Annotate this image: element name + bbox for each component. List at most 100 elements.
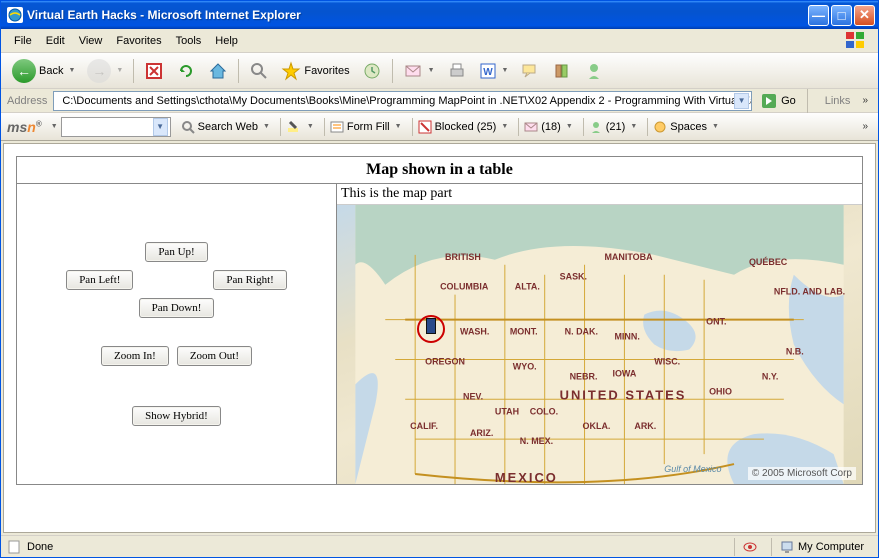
refresh-button[interactable] [171, 58, 201, 84]
msn-logo-dropdown-icon[interactable]: ▼ [49, 123, 58, 130]
stop-button[interactable] [139, 58, 169, 84]
search-web-button[interactable]: Search Web▼ [176, 118, 275, 136]
svg-text:W: W [483, 67, 493, 78]
nav-toolbar: ←Back▼ →▼ Favorites ▼ W▼ [1, 53, 878, 89]
msn-logo[interactable]: msn® [7, 119, 46, 135]
word-icon: W [479, 62, 497, 80]
eye-icon [743, 540, 757, 554]
blocked-icon [418, 120, 432, 134]
svg-text:ARIZ.: ARIZ. [470, 428, 493, 438]
forward-dropdown-icon: ▼ [114, 67, 123, 74]
map-pushpin[interactable] [426, 318, 436, 334]
discuss-button[interactable] [515, 58, 545, 84]
address-input[interactable]: C:\Documents and Settings\cthota\My Docu… [53, 91, 752, 111]
map-viewport[interactable]: BRITISH COLUMBIA ALTA. SASK. MANITOBA ON… [337, 204, 862, 484]
address-dropdown-icon[interactable]: ▼ [734, 93, 749, 109]
privacy-section[interactable] [734, 538, 765, 556]
edit-dropdown-icon[interactable]: ▼ [500, 67, 509, 74]
svg-text:NFLD. AND LAB.: NFLD. AND LAB. [774, 287, 845, 297]
messenger-button[interactable] [579, 58, 609, 84]
svg-text:OKLA.: OKLA. [583, 421, 611, 431]
formfill-button[interactable]: Form Fill▼ [324, 118, 407, 136]
title-bar[interactable]: Virtual Earth Hacks - Microsoft Internet… [1, 1, 878, 29]
links-label[interactable]: Links [815, 95, 855, 107]
svg-text:IOWA: IOWA [612, 368, 636, 378]
search-dropdown-icon[interactable]: ▼ [261, 123, 270, 130]
msn-chevron-icon[interactable]: » [858, 121, 872, 132]
svg-text:CALIF.: CALIF. [410, 421, 438, 431]
svg-text:NEV.: NEV. [463, 391, 483, 401]
zoom-out-button[interactable]: Zoom Out! [177, 346, 252, 366]
pan-up-button[interactable]: Pan Up! [145, 242, 207, 262]
mail-dropdown-icon[interactable]: ▼ [426, 67, 435, 74]
svg-text:Gulf of Mexico: Gulf of Mexico [664, 464, 721, 474]
pan-down-button[interactable]: Pan Down! [139, 298, 215, 318]
address-value: C:\Documents and Settings\cthota\My Docu… [62, 95, 752, 107]
spaces-dropdown-icon[interactable]: ▼ [710, 123, 719, 130]
favorites-button[interactable]: Favorites [276, 58, 354, 84]
close-button[interactable]: ✕ [854, 5, 875, 26]
menu-help[interactable]: Help [208, 33, 245, 49]
svg-text:UNITED STATES: UNITED STATES [560, 387, 687, 402]
zone-section[interactable]: My Computer [771, 538, 872, 556]
msn-search-dropdown-icon[interactable]: ▼ [153, 118, 168, 136]
history-button[interactable] [357, 58, 387, 84]
maximize-button[interactable]: □ [831, 5, 852, 26]
map-label: This is the map part [337, 184, 862, 204]
menu-file[interactable]: File [7, 33, 39, 49]
status-bar: Done My Computer [1, 535, 878, 557]
mail-icon [403, 61, 423, 81]
pan-left-button[interactable]: Pan Left! [66, 270, 133, 290]
home-button[interactable] [203, 58, 233, 84]
buddy-count: (21) [606, 121, 626, 133]
menu-edit[interactable]: Edit [39, 33, 72, 49]
controls-panel: Pan Up! Pan Left! Pan Right! Pan Down! Z… [17, 184, 337, 484]
print-icon [447, 61, 467, 81]
msn-search-input[interactable]: ▼ [61, 117, 171, 137]
map-cell: This is the map part [337, 184, 862, 484]
go-button[interactable]: Go [756, 90, 800, 112]
menu-favorites[interactable]: Favorites [109, 33, 168, 49]
svg-text:UTAH: UTAH [495, 406, 519, 416]
popup-blocked-button[interactable]: Blocked (25)▼ [412, 118, 514, 136]
hotmail-dropdown-icon[interactable]: ▼ [564, 123, 573, 130]
content-area: Map shown in a table Pan Up! Pan Left! P… [3, 143, 876, 533]
spaces-button[interactable]: Spaces▼ [647, 118, 724, 136]
window-title: Virtual Earth Hacks - Microsoft Internet… [27, 8, 806, 22]
print-button[interactable] [442, 58, 472, 84]
search-button[interactable] [244, 58, 274, 84]
address-bar: Address C:\Documents and Settings\cthota… [1, 89, 878, 113]
map-copyright: © 2005 Microsoft Corp [748, 467, 856, 480]
blocked-dropdown-icon[interactable]: ▼ [499, 123, 508, 130]
mail-button[interactable]: ▼ [398, 58, 440, 84]
svg-text:N.B.: N.B. [786, 346, 804, 356]
back-button[interactable]: ←Back▼ [7, 56, 80, 86]
forward-button[interactable]: →▼ [82, 56, 128, 86]
search-icon [249, 61, 269, 81]
pan-right-button[interactable]: Pan Right! [213, 270, 286, 290]
search-icon [181, 120, 195, 134]
discuss-icon [520, 61, 540, 81]
back-dropdown-icon[interactable]: ▼ [66, 67, 75, 74]
buddy-dropdown-icon[interactable]: ▼ [628, 123, 637, 130]
zoom-in-button[interactable]: Zoom In! [101, 346, 169, 366]
stop-icon [144, 61, 164, 81]
svg-text:MONT.: MONT. [510, 327, 538, 337]
svg-text:OREGON: OREGON [425, 356, 465, 366]
show-hybrid-button[interactable]: Show Hybrid! [132, 406, 221, 426]
formfill-dropdown-icon[interactable]: ▼ [393, 123, 402, 130]
menu-tools[interactable]: Tools [169, 33, 209, 49]
hotmail-button[interactable]: (18)▼ [518, 118, 578, 136]
edit-button[interactable]: W▼ [474, 59, 514, 83]
svg-text:MINN.: MINN. [614, 332, 639, 342]
highlight-dropdown-icon[interactable]: ▼ [305, 123, 314, 130]
buddy-button[interactable]: (21)▼ [583, 118, 643, 136]
minimize-button[interactable]: — [808, 5, 829, 26]
svg-text:MEXICO: MEXICO [495, 470, 558, 484]
history-icon [362, 61, 382, 81]
links-chevron-icon[interactable]: » [858, 95, 872, 106]
formfill-label: Form Fill [347, 121, 390, 133]
research-button[interactable] [547, 58, 577, 84]
menu-view[interactable]: View [72, 33, 110, 49]
highlight-button[interactable]: ▼ [280, 118, 319, 136]
